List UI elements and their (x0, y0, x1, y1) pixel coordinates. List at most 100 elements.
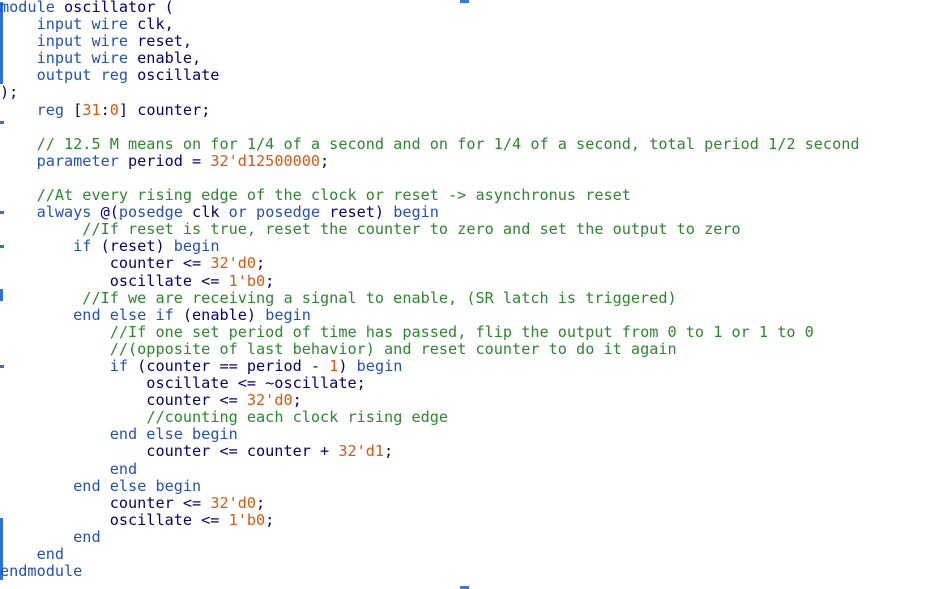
code-line[interactable]: reg [31:0] counter; (0, 100, 930, 119)
keyword-token: end (109, 459, 138, 478)
number-literal: 32'd0 (246, 391, 293, 410)
code-text: [ (64, 100, 83, 119)
code-text: : (100, 100, 110, 119)
comment-text: //If reset is true, reset the counter to… (82, 220, 741, 239)
code-text: counter <= (0, 493, 211, 512)
number-literal: 32'd0 (210, 254, 257, 273)
code-line[interactable]: end else begin (0, 477, 930, 495)
code-line[interactable]: input wire enable, (0, 50, 930, 67)
code-text-area[interactable]: module oscillator ( input wire clk, inpu… (0, 0, 930, 580)
code-line[interactable]: end (0, 528, 930, 546)
comment-text: //At every rising edge of the clock or r… (36, 186, 631, 205)
code-text: clk, (128, 15, 174, 34)
code-line[interactable]: //(opposite of last behavior) and reset … (0, 340, 930, 358)
code-line[interactable]: // 12.5 M means on for 1/4 of a second a… (0, 134, 930, 153)
keyword-token: if (109, 356, 129, 375)
code-line[interactable]: //At every rising edge of the clock or r… (0, 186, 930, 205)
code-line[interactable]: oscillate <= 1'b0; (0, 271, 930, 290)
keyword-token: end else if (73, 305, 174, 324)
keyword-token: parameter (36, 151, 119, 170)
keyword-token: begin (393, 203, 439, 222)
code-text: ] counter; (118, 100, 211, 119)
comment-text: //counting each clock rising edge (146, 408, 449, 427)
code-text: oscillator ( (54, 0, 174, 16)
keyword-token: begin (173, 237, 220, 256)
comment-text: // 12.5 M means on for 1/4 of a second a… (36, 134, 860, 153)
code-text: oscillate (128, 66, 220, 85)
code-text: ; (256, 254, 266, 273)
code-text: ); (0, 83, 19, 102)
code-line[interactable]: counter <= 32'd0; (0, 493, 930, 512)
code-line[interactable]: parameter period = 32'd12500000; (0, 151, 930, 170)
code-line[interactable]: end else begin (0, 426, 930, 443)
number-literal: 32'd0 (210, 493, 257, 512)
keyword-token: input wire (36, 15, 129, 34)
code-text: oscillate <= (0, 271, 229, 290)
code-line[interactable]: //If we are receiving a signal to enable… (0, 288, 930, 307)
code-line[interactable]: //If reset is true, reset the counter to… (0, 221, 930, 238)
code-line[interactable]: if (reset) begin (0, 238, 930, 255)
code-line[interactable]: if (counter == period - 1) begin (0, 356, 930, 375)
code-line[interactable]: counter <= 32'd0; (0, 255, 930, 272)
keyword-token: or posedge (228, 203, 321, 222)
number-literal: 31 (82, 100, 101, 119)
code-line[interactable]: oscillate <= 1'b0; (0, 510, 930, 529)
code-text: reset, (128, 32, 193, 51)
keyword-token: begin (265, 305, 311, 324)
code-line[interactable]: counter <= 32'd0; (0, 392, 930, 409)
code-line[interactable]: input wire clk, (0, 16, 930, 33)
keyword-token: reg (36, 100, 65, 119)
code-line[interactable]: end (0, 459, 930, 478)
code-line[interactable]: oscillate <= ~oscillate; (0, 375, 930, 392)
keyword-token: end else begin (109, 425, 238, 444)
number-literal: 1'b0 (228, 271, 266, 290)
code-line[interactable]: //counting each clock rising edge (0, 409, 930, 426)
code-line[interactable]: endmodule (0, 563, 930, 580)
code-line[interactable]: input wire reset, (0, 33, 930, 50)
keyword-token: posedge (118, 203, 183, 222)
code-line[interactable]: always @(posedge clk or posedge reset) b… (0, 204, 930, 221)
code-line[interactable]: //If one set period of time has passed, … (0, 323, 930, 341)
code-text: enable, (128, 49, 202, 68)
code-line[interactable] (0, 170, 930, 187)
code-text: ; (265, 271, 275, 290)
keyword-token: output reg (36, 66, 129, 85)
comment-text: //If we are receiving a signal to enable… (82, 288, 677, 307)
number-literal: 32'd1 (338, 442, 385, 461)
keyword-token: endmodule (0, 562, 83, 581)
code-text: reset) (320, 203, 394, 222)
code-line[interactable]: counter <= counter + 32'd1; (0, 443, 930, 460)
code-line[interactable]: output reg oscillate (0, 67, 930, 84)
code-editor[interactable]: module oscillator ( input wire clk, inpu… (0, 0, 930, 589)
code-text: @( (91, 203, 119, 222)
keyword-token: input wire (36, 32, 129, 51)
code-text: oscillate <= (0, 510, 229, 529)
code-line[interactable]: module oscillator ( (0, 0, 930, 16)
code-line[interactable] (0, 119, 930, 136)
code-line[interactable]: end (0, 545, 930, 563)
keyword-token: input wire (36, 49, 129, 68)
keyword-token: if (73, 237, 92, 256)
code-text: counter <= (0, 391, 247, 410)
code-text: (enable) (173, 305, 266, 324)
code-line[interactable]: ); (0, 84, 930, 101)
code-line[interactable]: end else if (enable) begin (0, 305, 930, 324)
